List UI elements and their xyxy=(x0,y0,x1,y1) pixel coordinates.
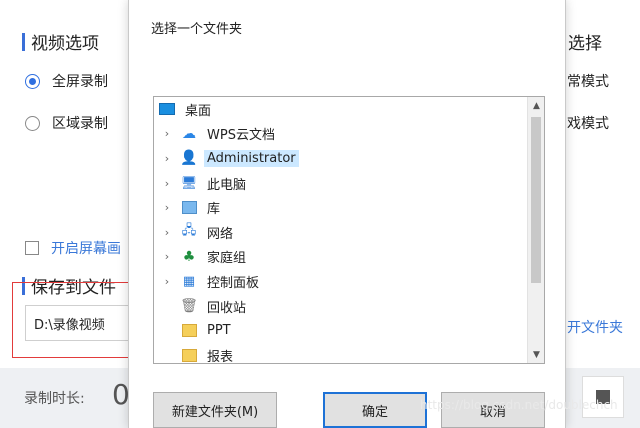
chevron-right-icon[interactable]: › xyxy=(160,152,174,165)
enable-screen-checkbox[interactable] xyxy=(25,241,39,255)
recycle-bin-icon: 🗑 xyxy=(180,298,198,315)
fullscreen-label: 全屏录制 xyxy=(52,74,108,90)
duration-label: 录制时长: xyxy=(24,391,85,407)
chevron-right-icon[interactable]: › xyxy=(160,177,174,190)
tree-item[interactable]: 报表 xyxy=(154,343,528,364)
highlight-rectangle xyxy=(12,282,134,358)
scroll-up-icon[interactable]: ▲ xyxy=(528,97,544,114)
area-radio[interactable] xyxy=(25,115,40,131)
folder-icon xyxy=(180,323,198,339)
chevron-right-icon[interactable]: › xyxy=(160,250,174,263)
user-icon: 👤 xyxy=(180,150,198,167)
tree-item-label: 此电脑 xyxy=(207,177,247,193)
tree-item-label: 报表 xyxy=(207,349,234,364)
area-radio-row[interactable]: 区域录制 xyxy=(25,113,108,133)
right-mode-1-label[interactable]: 常模式 xyxy=(567,71,609,91)
open-folder-link[interactable]: 开文件夹 xyxy=(567,317,623,337)
tree-item[interactable]: › 🖥 此电脑 xyxy=(154,171,528,196)
network-icon: 🖧 xyxy=(181,223,197,239)
tree-item[interactable]: PPT xyxy=(154,318,528,343)
chevron-right-icon[interactable]: › xyxy=(160,127,174,140)
scroll-down-icon[interactable]: ▼ xyxy=(528,346,544,363)
library-icon xyxy=(180,200,198,216)
new-folder-button[interactable]: 新建文件夹(M) xyxy=(153,392,277,428)
enable-screen-label: 开启屏幕画 xyxy=(51,241,121,257)
chevron-right-icon[interactable]: › xyxy=(160,201,174,214)
computer-icon: 🖥 xyxy=(180,175,198,191)
tree-item[interactable]: 桌面 xyxy=(154,97,528,122)
fullscreen-radio-row[interactable]: 全屏录制 xyxy=(25,71,108,91)
tree-item[interactable]: 🗑 回收站 xyxy=(154,294,528,319)
scroll-thumb[interactable] xyxy=(531,117,541,283)
dialog-prompt: 选择一个文件夹 xyxy=(151,22,243,37)
right-section-title: 选择 xyxy=(568,34,602,54)
watermark: https://blog.csdn.net/doublechch xyxy=(420,398,618,412)
tree-item-label: 桌面 xyxy=(185,103,212,119)
tree-item-label: PPT xyxy=(207,323,231,339)
tree-item[interactable]: › 🖧 网络 xyxy=(154,220,528,245)
area-label: 区域录制 xyxy=(52,116,108,132)
homegroup-icon: ♣ xyxy=(182,248,196,265)
folder-tree-list: 桌面 › ☁ WPS云文档 › 👤 Administrator › 🖥 此电脑 › 库 › 🖧 网络 › ♣ 家庭… xyxy=(154,97,528,364)
control-panel-icon: ▦ xyxy=(182,273,196,289)
desktop-icon xyxy=(158,101,176,117)
tree-item[interactable]: › ▦ 控制面板 xyxy=(154,269,528,294)
tree-item[interactable]: › ☁ WPS云文档 xyxy=(154,122,528,147)
cloud-icon: ☁ xyxy=(182,125,196,142)
tree-item-label: Administrator xyxy=(204,149,299,167)
right-mode-2-label[interactable]: 戏模式 xyxy=(567,113,609,133)
tree-item-label: 网络 xyxy=(207,226,234,242)
tree-item-label: 回收站 xyxy=(207,300,247,316)
tree-item-label: WPS云文档 xyxy=(207,128,275,144)
folder-tree[interactable]: 桌面 › ☁ WPS云文档 › 👤 Administrator › 🖥 此电脑 › 库 › 🖧 网络 › ♣ 家庭… xyxy=(153,96,545,364)
tree-scrollbar[interactable]: ▲ ▼ xyxy=(527,97,544,363)
ok-button[interactable]: 确定 xyxy=(323,392,427,428)
video-options-title: 视频选项 xyxy=(22,29,99,54)
tree-item[interactable]: › 👤 Administrator xyxy=(154,146,528,171)
tree-item-label: 家庭组 xyxy=(207,251,247,267)
tree-item[interactable]: › 库 xyxy=(154,195,528,220)
video-options-label: 视频选项 xyxy=(31,34,99,54)
title-accent-bar xyxy=(22,32,25,51)
chevron-right-icon[interactable]: › xyxy=(160,275,174,288)
fullscreen-radio[interactable] xyxy=(25,73,40,89)
tree-item[interactable]: › ♣ 家庭组 xyxy=(154,245,528,270)
tree-item-label: 控制面板 xyxy=(207,275,260,291)
folder-icon xyxy=(180,347,198,363)
enable-screen-checkbox-row[interactable]: 开启屏幕画 xyxy=(25,238,121,258)
chevron-right-icon[interactable]: › xyxy=(160,226,174,239)
browse-folder-dialog: 选择一个文件夹 桌面 › ☁ WPS云文档 › 👤 Administrator › 🖥 此电脑 › 库… xyxy=(128,0,566,428)
tree-item-label: 库 xyxy=(207,202,221,218)
